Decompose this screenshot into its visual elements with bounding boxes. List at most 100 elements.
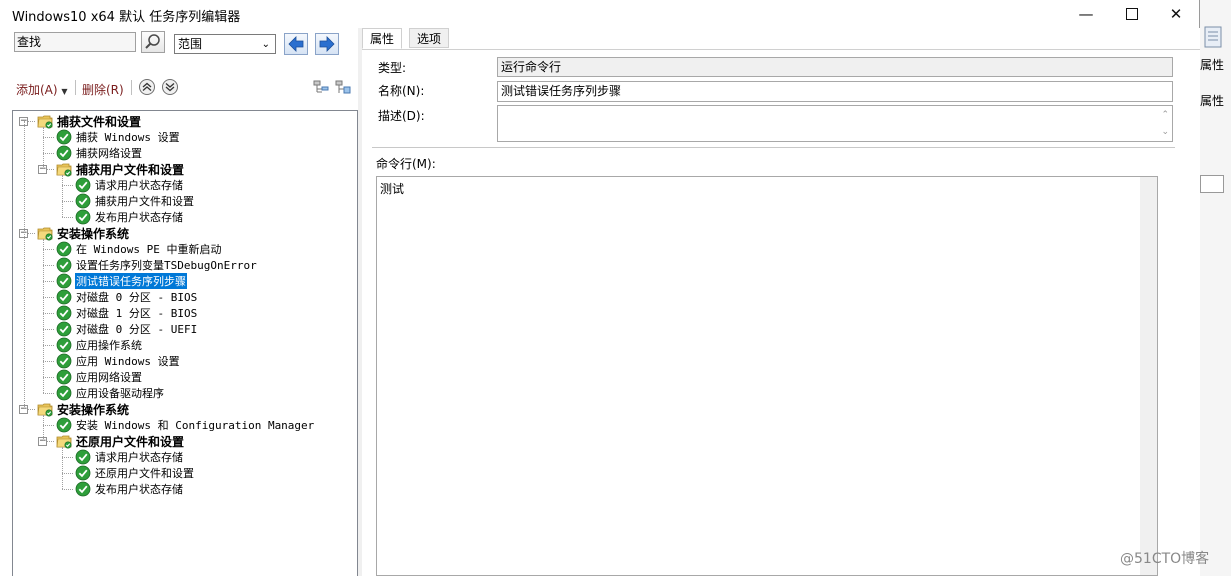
background-label: 属性 (1200, 94, 1225, 108)
tree-connector (43, 281, 54, 282)
vertical-scrollbar[interactable] (1140, 177, 1157, 575)
maximize-button[interactable] (1109, 0, 1155, 28)
tree-connector (43, 393, 54, 394)
minimize-icon: — (1078, 5, 1094, 23)
tree-group[interactable]: 安装操作系统 (37, 401, 130, 417)
dropdown-arrow-icon: ▼ (61, 87, 68, 96)
minimize-button[interactable]: — (1063, 0, 1109, 28)
add-menu-button[interactable]: 添加(A) ▼ (16, 81, 68, 98)
tree-step[interactable]: 还原用户文件和设置 (75, 465, 195, 481)
green-check-icon (56, 369, 72, 385)
tree-step[interactable]: 捕获 Windows 设置 (56, 129, 181, 145)
close-icon: ✕ (1169, 5, 1183, 23)
green-check-icon (56, 353, 72, 369)
tree-step[interactable]: 应用设备驱动程序 (56, 385, 165, 401)
toolbar-divider (131, 80, 132, 95)
green-check-icon (56, 257, 72, 273)
section-divider (372, 147, 1175, 148)
task-sequence-tree[interactable]: − 捕获文件和设置 捕获 Windows 设置 捕获网络设置 − 捕获用户文件和设置 请求用… (12, 110, 358, 576)
command-line-value: 测试 (380, 182, 405, 196)
tab-properties[interactable]: 属性 (362, 28, 403, 49)
search-input[interactable]: 查找 (14, 32, 136, 52)
tree-step[interactable]: 应用操作系统 (56, 337, 143, 353)
tab-options[interactable]: 选项 (409, 28, 450, 48)
tree-connector (43, 345, 54, 346)
tree-connector (43, 297, 54, 298)
find-next-button[interactable] (315, 33, 339, 55)
tree-step[interactable]: 应用网络设置 (56, 369, 143, 385)
tree-step[interactable]: 发布用户状态存储 (75, 209, 184, 225)
green-check-icon (75, 465, 91, 481)
tree-connector (43, 329, 54, 330)
tree-connector (43, 127, 44, 169)
expand-tree-icon (335, 80, 351, 94)
tree-item-label: 应用操作系统 (76, 339, 142, 352)
scroll-down-icon[interactable]: ⌄ (1161, 123, 1169, 141)
green-check-icon (56, 305, 72, 321)
move-up-button[interactable] (139, 79, 155, 95)
tree-step[interactable]: 发布用户状态存储 (75, 481, 184, 497)
tree-step[interactable]: 对磁盘 0 分区 - BIOS (56, 289, 198, 305)
command-line-label: 命令行(M): (376, 157, 436, 171)
tree-connector (62, 175, 63, 217)
tree-connector (43, 153, 54, 154)
tree-group[interactable]: 捕获用户文件和设置 (56, 161, 185, 177)
delete-button[interactable]: 删除(R) (82, 81, 124, 98)
tree-step[interactable]: 请求用户状态存储 (75, 449, 184, 465)
tree-step[interactable]: 对磁盘 0 分区 - UEFI (56, 321, 198, 337)
tree-step[interactable]: 安装 Windows 和 Configuration Manager (56, 417, 315, 433)
tree-connector (43, 361, 54, 362)
toolbar-divider (75, 80, 76, 95)
tree-connector (62, 201, 73, 202)
scroll-up-icon[interactable]: ⌃ (1161, 106, 1169, 124)
green-check-icon (56, 321, 72, 337)
tree-group[interactable]: 捕获文件和设置 (37, 113, 142, 129)
background-input (1200, 175, 1224, 193)
tree-step[interactable]: 捕获网络设置 (56, 145, 143, 161)
tree-item-label: 设置任务序列变量TSDebugOnError (76, 259, 257, 272)
tree-step[interactable]: 对磁盘 1 分区 - BIOS (56, 305, 198, 321)
find-button[interactable] (141, 31, 165, 53)
tree-item-label: 在 Windows PE 中重新启动 (76, 243, 222, 256)
description-field[interactable]: ⌃ ⌄ (497, 105, 1173, 142)
window-title: Windows10 x64 默认 任务序列编辑器 (12, 10, 241, 25)
tree-step[interactable]: 应用 Windows 设置 (56, 353, 181, 369)
tree-group[interactable]: 还原用户文件和设置 (56, 433, 185, 449)
tree-item-label: 对磁盘 1 分区 - BIOS (76, 307, 198, 320)
tree-step[interactable]: 测试错误任务序列步骤 (56, 273, 187, 289)
tree-step[interactable]: 捕获用户文件和设置 (75, 193, 195, 209)
folder-check-icon (56, 161, 72, 177)
description-label: 描述(D): (378, 109, 425, 123)
tree-item-label: 捕获网络设置 (76, 147, 142, 160)
type-field: 运行命令行 (497, 57, 1173, 77)
tree-connector (62, 473, 73, 474)
tree-connector (62, 457, 73, 458)
tree-step[interactable]: 在 Windows PE 中重新启动 (56, 241, 222, 257)
green-check-icon (56, 337, 72, 353)
tree-connector (62, 185, 73, 186)
name-field[interactable]: 测试错误任务序列步骤 (497, 81, 1173, 102)
command-line-field[interactable]: 测试 (376, 176, 1158, 576)
tree-item-label: 还原用户文件和设置 (76, 434, 185, 449)
name-label: 名称(N): (378, 84, 425, 98)
tree-item-label: 应用 Windows 设置 (76, 355, 180, 368)
move-down-button[interactable] (162, 79, 178, 95)
magnifier-icon (145, 34, 160, 49)
collapse-all-button[interactable] (313, 79, 329, 95)
green-check-icon (56, 289, 72, 305)
green-check-icon (75, 209, 91, 225)
tree-step[interactable]: 请求用户状态存储 (75, 177, 184, 193)
properties-pane: 属性 选项 类型: 运行命令行 名称(N): 测试错误任务序列步骤 描述(D):… (362, 28, 1200, 576)
collapse-tree-icon (313, 80, 329, 93)
scope-dropdown[interactable]: 范围 ⌄ (174, 34, 276, 54)
folder-check-icon (37, 113, 53, 129)
tree-step[interactable]: 设置任务序列变量TSDebugOnError (56, 257, 258, 273)
task-sequence-editor-window: Windows10 x64 默认 任务序列编辑器 — ✕ 查找 范围 ⌄ 添加(… (0, 0, 1200, 576)
close-button[interactable]: ✕ (1153, 0, 1199, 28)
expand-all-button[interactable] (335, 79, 351, 95)
tree-group[interactable]: 安装操作系统 (37, 225, 130, 241)
folder-check-icon (37, 401, 53, 417)
tree-connector (43, 377, 54, 378)
folder-check-icon (56, 433, 72, 449)
find-previous-button[interactable] (284, 33, 308, 55)
